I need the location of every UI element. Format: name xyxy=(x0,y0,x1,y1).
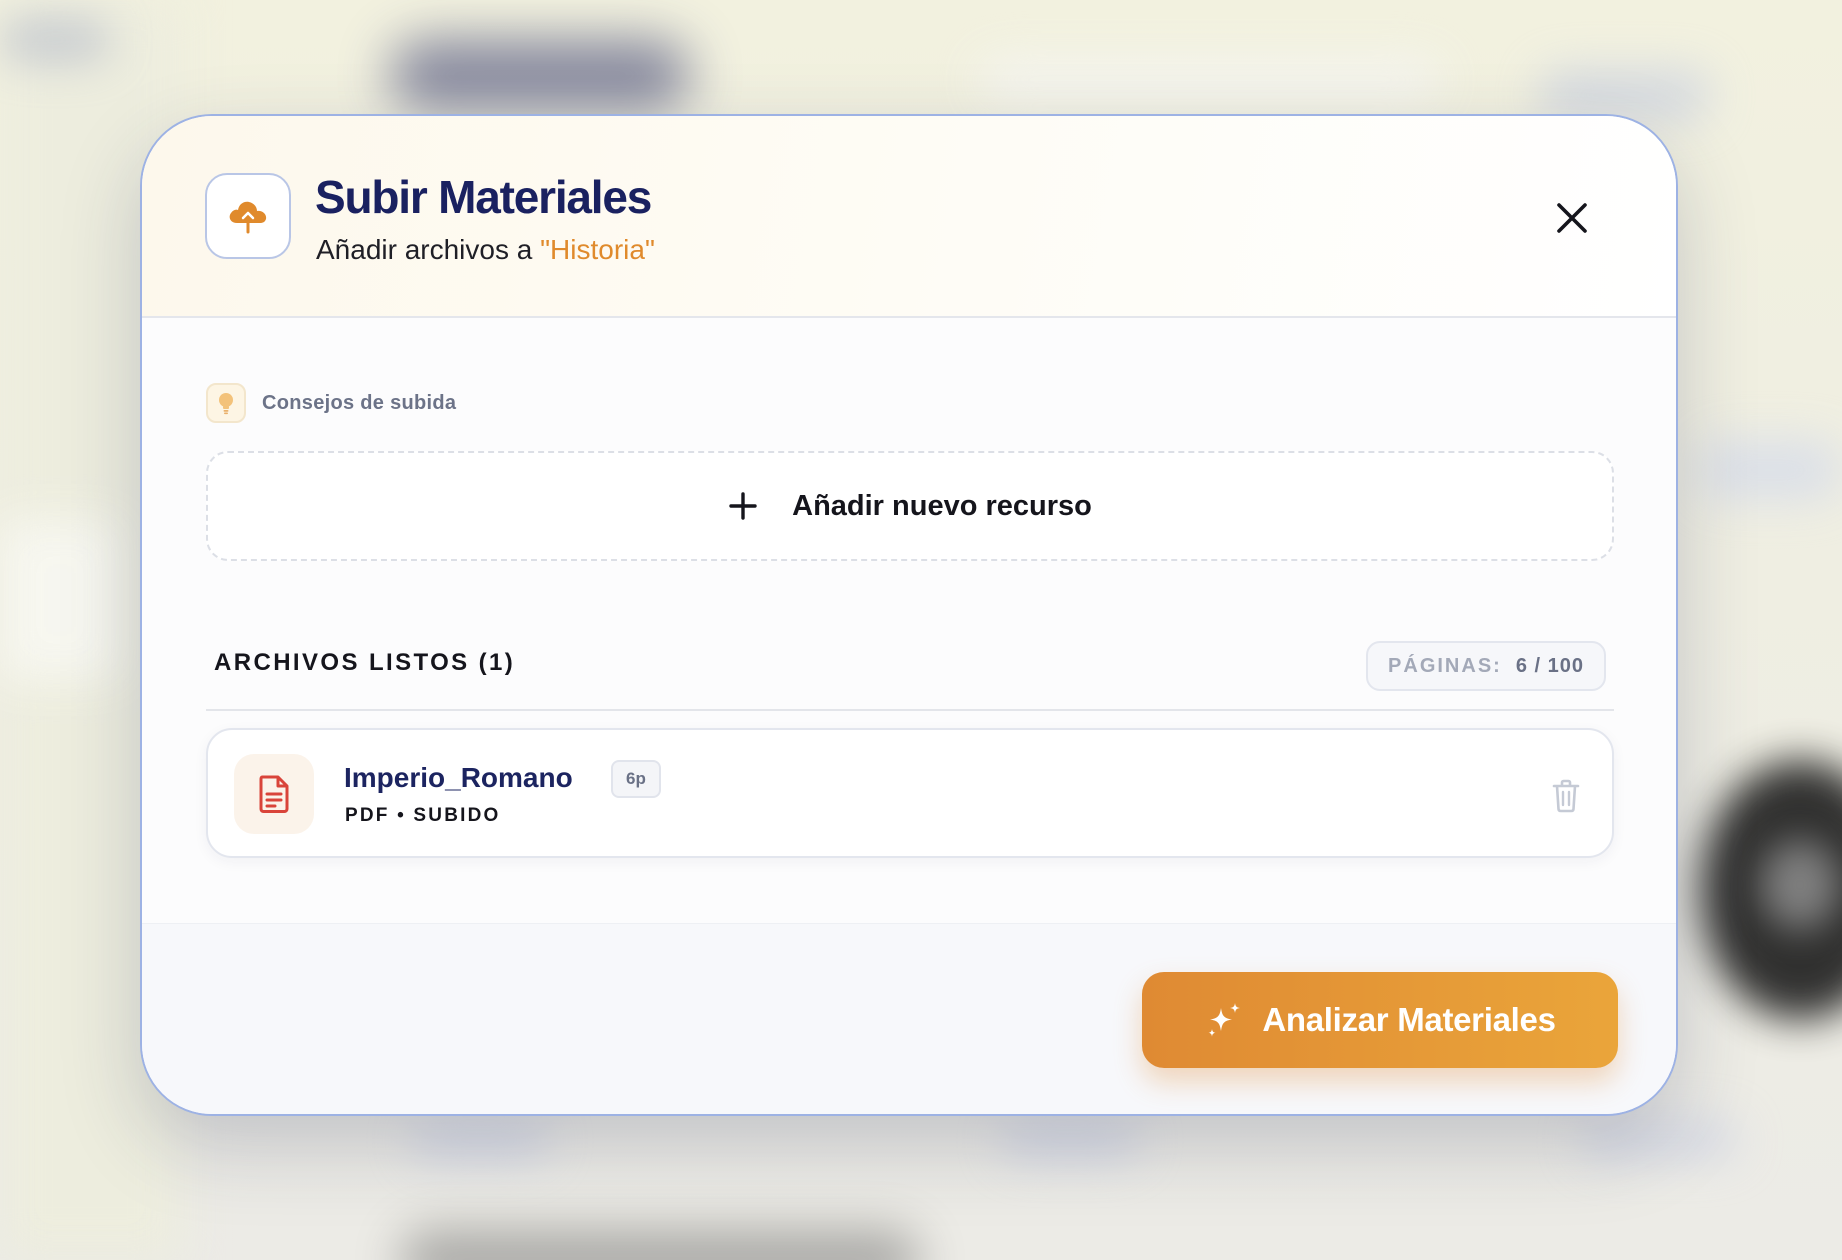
upload-materials-modal: Subir Materiales Añadir archivos a "Hist… xyxy=(140,114,1678,1116)
sparkle-icon xyxy=(1204,1000,1244,1040)
analyze-materials-button[interactable]: Analizar Materiales xyxy=(1142,972,1618,1068)
lightbulb-icon xyxy=(206,383,246,423)
subject-name: "Historia" xyxy=(540,234,655,265)
file-name: Imperio_Romano xyxy=(344,762,573,793)
cloud-upload-icon xyxy=(205,173,291,259)
file-meta: PDF • SUBIDO xyxy=(345,805,501,826)
pages-label: PÁGINAS: xyxy=(1388,654,1502,677)
close-button[interactable] xyxy=(1550,196,1594,240)
add-resource-button[interactable]: Añadir nuevo recurso xyxy=(206,451,1614,561)
plus-icon xyxy=(728,491,758,521)
subtitle-prefix: Añadir archivos a xyxy=(316,234,541,265)
modal-subtitle: Añadir archivos a "Historia" xyxy=(316,234,655,266)
files-header: ARCHIVOS LISTOS (1) PÁGINAS: 6 / 100 xyxy=(206,625,1614,711)
trash-icon xyxy=(1552,779,1580,813)
analyze-materials-label: Analizar Materiales xyxy=(1262,1001,1556,1038)
upload-tips[interactable]: Consejos de subida xyxy=(206,383,456,423)
pages-counter-badge: PÁGINAS: 6 / 100 xyxy=(1366,641,1606,691)
delete-file-button[interactable] xyxy=(1548,776,1584,816)
modal-title: Subir Materiales xyxy=(315,171,652,223)
modal-header: Subir Materiales Añadir archivos a "Hist… xyxy=(142,116,1676,318)
file-page-count-badge: 6p xyxy=(611,760,661,798)
tips-label: Consejos de subida xyxy=(262,391,457,414)
pdf-file-icon xyxy=(234,754,314,834)
close-icon xyxy=(1557,203,1587,233)
files-ready-title: ARCHIVOS LISTOS (1) xyxy=(214,649,516,676)
add-resource-label: Añadir nuevo recurso xyxy=(792,489,1092,522)
file-item: Imperio_Romano 6p PDF • SUBIDO xyxy=(206,728,1614,858)
pages-value: 6 / 100 xyxy=(1515,654,1584,677)
